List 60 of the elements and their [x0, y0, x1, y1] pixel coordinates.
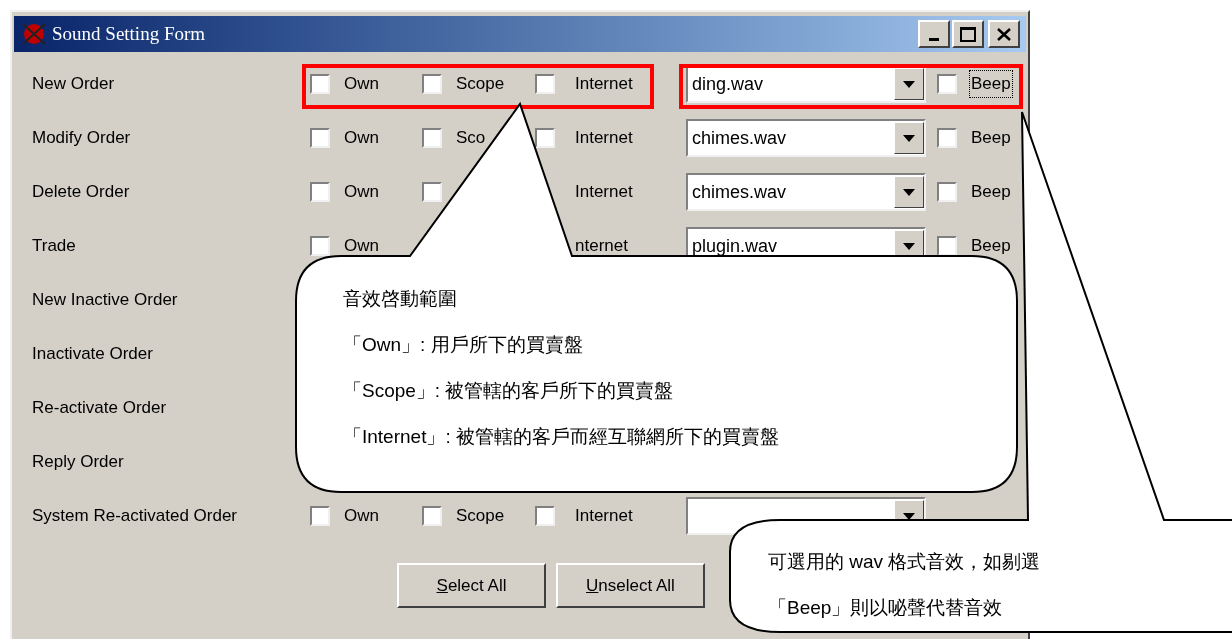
checkbox-label: Beep [970, 127, 1012, 150]
checkbox[interactable] [422, 506, 442, 526]
checkbox-label: Own [344, 73, 379, 96]
checkbox[interactable] [310, 74, 330, 94]
maximize-button[interactable] [952, 20, 984, 48]
checkbox[interactable] [422, 74, 442, 94]
callout-text: 「Scope」: 被管轄的客戶所下的買賣盤 [343, 379, 675, 403]
checkbox[interactable] [937, 128, 957, 148]
checkbox-label: Internet [575, 73, 633, 96]
row-label: New Order [31, 73, 116, 96]
minimize-icon [929, 38, 939, 41]
checkbox-label: nternet [575, 235, 628, 258]
maximize-icon [960, 26, 976, 42]
checkbox[interactable] [422, 128, 442, 148]
close-button[interactable] [988, 20, 1020, 48]
checkbox-label: Internet [575, 127, 633, 150]
callout-text: 「Own」: 用戶所下的買賣盤 [343, 333, 584, 357]
checkbox[interactable] [310, 506, 330, 526]
checkbox-label: Sco [456, 127, 486, 150]
checkbox[interactable] [422, 182, 442, 202]
row-label: Trade [31, 235, 77, 258]
checkbox-label: Scope [456, 505, 505, 528]
callout-text: 「Beep」則以咇聲代替音效 [768, 596, 1004, 620]
close-icon [997, 27, 1011, 41]
checkbox[interactable] [310, 128, 330, 148]
checkbox[interactable] [310, 236, 330, 256]
sound-dropdown[interactable]: chimes.wav [686, 119, 926, 157]
checkbox-label: Own [344, 127, 379, 150]
checkbox-label: Own [344, 235, 379, 258]
callout-text: 可選用的 wav 格式音效，如剔選 [768, 550, 1041, 574]
minimize-button[interactable] [918, 20, 950, 48]
row-label: Inactivate Order [31, 343, 154, 366]
checkbox-label: Beep [970, 235, 1012, 258]
checkbox-label: Internet [575, 181, 633, 204]
checkbox-label: Own [344, 505, 379, 528]
checkbox[interactable] [535, 128, 555, 148]
row-label: Reply Order [31, 451, 125, 474]
row-label: Delete Order [31, 181, 131, 204]
checkbox[interactable] [937, 74, 957, 94]
checkbox-label: Own [344, 181, 379, 204]
checkbox-label: Beep [970, 181, 1012, 204]
action-button[interactable]: Select All [397, 563, 546, 608]
checkbox[interactable] [937, 182, 957, 202]
checkbox[interactable] [310, 182, 330, 202]
action-button[interactable]: Unselect All [556, 563, 705, 608]
checkbox[interactable] [535, 74, 555, 94]
row-label: System Re-activated Order [31, 505, 238, 528]
window-title: Sound Setting Form [52, 21, 206, 46]
callout-text: 音效啓動範圍 [343, 287, 458, 311]
sound-dropdown[interactable]: chimes.wav [686, 173, 926, 211]
checkbox-label: Internet [575, 505, 633, 528]
row-label: Re-activate Order [31, 397, 168, 420]
checkbox-label: Beep [969, 70, 1013, 98]
checkbox[interactable] [535, 506, 555, 526]
row-label: New Inactive Order [31, 289, 179, 312]
checkbox[interactable] [937, 236, 957, 256]
callout-text: 「Internet」: 被管轄的客戶而經互聯網所下的買賣盤 [343, 425, 779, 449]
app-icon [20, 21, 48, 47]
row-label: Modify Order [31, 127, 132, 150]
checkbox-label: Scope [456, 73, 505, 96]
